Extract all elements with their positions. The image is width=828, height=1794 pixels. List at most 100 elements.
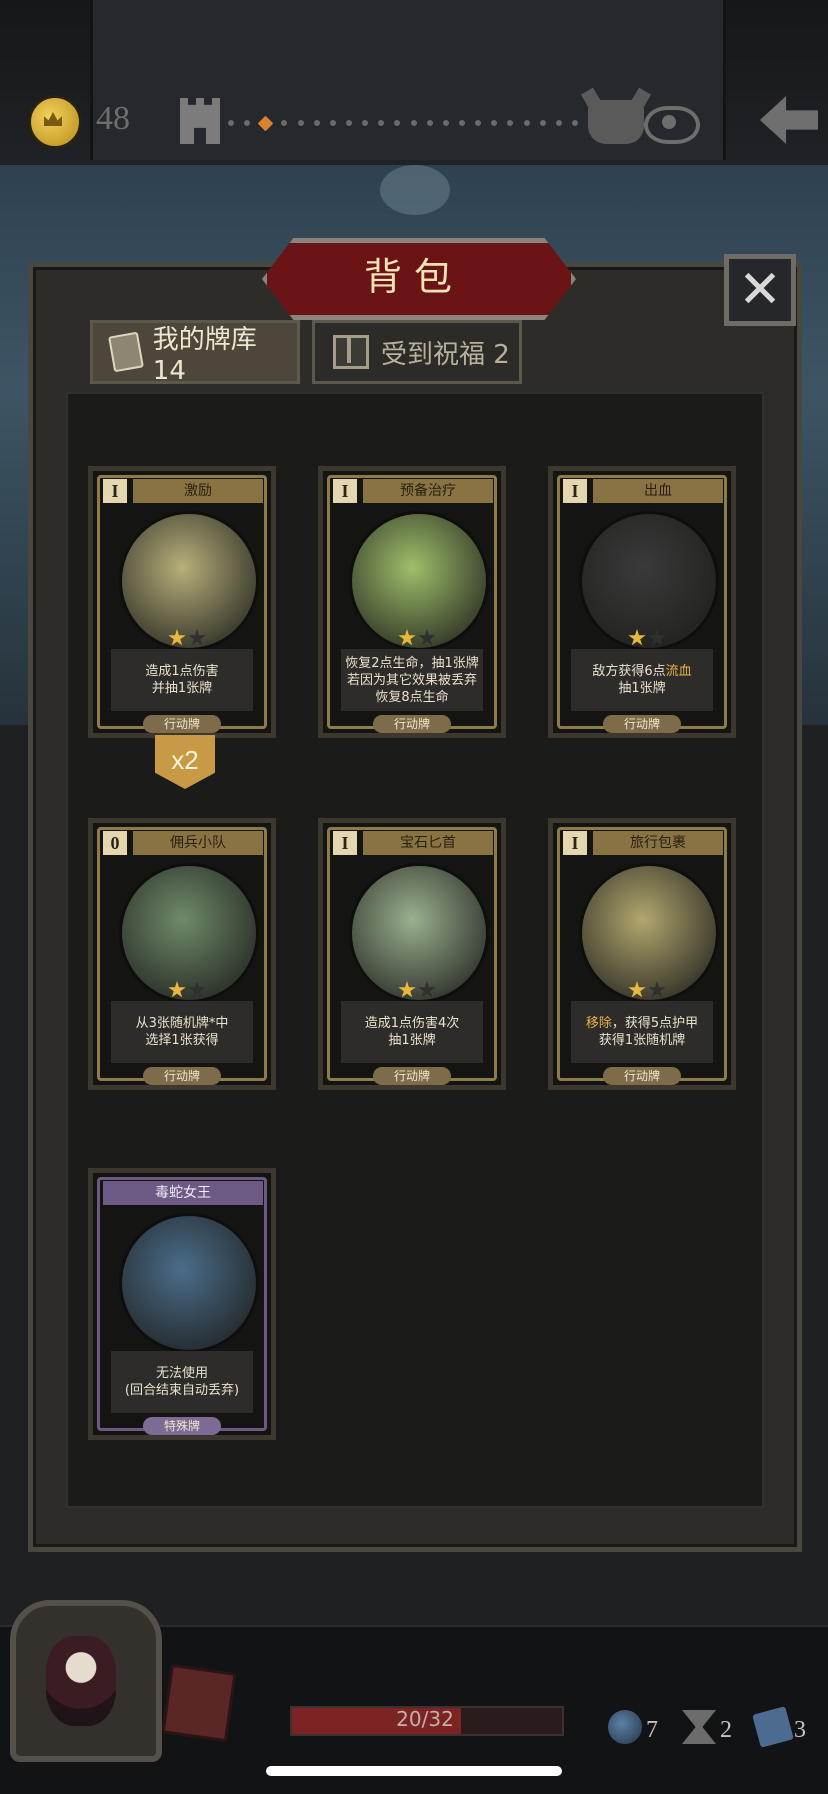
path-node — [555, 120, 562, 126]
card-stars — [157, 629, 217, 647]
boss-icon[interactable] — [588, 100, 644, 144]
card-type: 行动牌 — [373, 715, 451, 733]
card-stack-icon — [752, 1706, 794, 1748]
star-icon — [398, 629, 416, 646]
card-name: 毒蛇女王 — [103, 1181, 263, 1205]
path-node — [410, 120, 417, 126]
tab-my-deck[interactable]: 我的牌库 14 — [90, 320, 300, 386]
deck-card[interactable]: I 出血敌方获得6点流血 抽1张牌行动牌 — [548, 466, 736, 738]
deck-card[interactable]: 0 佣兵小队从3张随机牌*中 选择1张获得行动牌 — [88, 818, 276, 1090]
card-stars — [617, 981, 677, 999]
hourglass-icon — [682, 1710, 716, 1744]
card-art — [119, 1213, 259, 1353]
deck-card[interactable]: I 宝石匕首造成1点伤害4次 抽1张牌行动牌 — [318, 818, 506, 1090]
close-icon: ✕ — [738, 260, 782, 320]
card-stars — [387, 629, 447, 647]
card-stack-count: 3 — [794, 1717, 806, 1743]
tab-my-deck-label: 我的牌库 14 — [152, 324, 257, 386]
card-type: 行动牌 — [143, 715, 221, 733]
deck-card[interactable]: I 旅行包裹 移除，获得5点护甲 获得1张随机牌 行动牌 — [548, 818, 736, 1090]
card-stars — [387, 981, 447, 999]
deck-card[interactable]: I 预备治疗恢复2点生命，抽1张牌 若因为其它效果被丢弃 恢复8点生命行动牌 — [318, 466, 506, 738]
bomb-icon — [608, 1710, 642, 1744]
card-description: 造成1点伤害 并抽1张牌 — [111, 649, 253, 711]
close-button[interactable]: ✕ — [724, 254, 796, 326]
card-type: 行动牌 — [603, 715, 681, 733]
path-node — [491, 120, 498, 126]
card-stars — [157, 981, 217, 999]
path-node — [228, 120, 234, 126]
cards-icon — [108, 331, 144, 373]
star-icon — [628, 981, 646, 998]
star-icon — [398, 981, 416, 998]
card-name: 预备治疗 — [363, 479, 493, 503]
star-icon — [168, 629, 186, 646]
hp-text: 20/32 — [396, 1707, 454, 1731]
path-node — [313, 120, 320, 126]
star-icon — [188, 981, 206, 998]
bomb-stat[interactable]: 7 — [608, 1694, 658, 1744]
deck-card[interactable]: I 激励 造成1点伤害 并抽1张牌 行动牌 — [88, 466, 276, 738]
path-node — [362, 120, 369, 126]
path-node — [329, 120, 336, 126]
card-description: 敌方获得6点流血 抽1张牌 — [571, 649, 713, 711]
bomb-count: 7 — [646, 1717, 658, 1743]
path-node — [442, 120, 449, 126]
star-icon — [168, 981, 186, 998]
card-description: 从3张随机牌*中 选择1张获得 — [111, 1001, 253, 1063]
card-cost: I — [563, 479, 587, 503]
card-description: 恢复2点生命，抽1张牌 若因为其它效果被丢弃 恢复8点生命 — [341, 649, 483, 711]
eye-icon[interactable] — [644, 106, 700, 144]
path-node — [458, 120, 465, 126]
card-name: 出血 — [593, 479, 723, 503]
card-name: 旅行包裹 — [593, 831, 723, 855]
hero-avatar[interactable] — [10, 1600, 162, 1762]
card-name: 佣兵小队 — [133, 831, 263, 855]
map-progress-path — [228, 115, 578, 131]
path-node — [523, 120, 530, 126]
gold-coin-icon — [28, 95, 82, 149]
card-cost: I — [333, 831, 357, 855]
card-description: 无法使用 (回合结束自动丢弃) — [111, 1351, 253, 1413]
star-icon — [188, 629, 206, 646]
gold-count: 48 — [96, 100, 130, 137]
home-indicator — [266, 1766, 562, 1776]
panel-title: 背包 — [363, 255, 464, 299]
path-node — [475, 120, 482, 126]
card-type: 行动牌 — [143, 1067, 221, 1085]
card-stars — [617, 629, 677, 647]
path-node — [571, 120, 578, 126]
path-node — [281, 120, 288, 126]
book-icon[interactable] — [161, 1663, 237, 1743]
path-node — [345, 120, 352, 126]
star-icon — [418, 981, 436, 998]
path-node — [297, 120, 304, 126]
card-name: 激励 — [133, 479, 263, 503]
card-type: 行动牌 — [603, 1067, 681, 1085]
tab-blessings[interactable]: 受到祝福 2 — [312, 320, 522, 384]
card-cost: I — [563, 831, 587, 855]
card-type: 特殊牌 — [143, 1417, 221, 1435]
deck-card[interactable]: 毒蛇女王无法使用 (回合结束自动丢弃) 特殊牌 — [88, 1168, 276, 1440]
path-node — [539, 120, 546, 126]
card-description: 造成1点伤害4次 抽1张牌 — [341, 1001, 483, 1063]
cards-stat[interactable]: 3 — [752, 1694, 806, 1748]
gift-icon — [333, 335, 369, 369]
path-node — [244, 120, 251, 126]
card-cost: 0 — [103, 831, 127, 855]
hourglass-stat[interactable]: 2 — [682, 1694, 732, 1744]
card-name: 宝石匕首 — [363, 831, 493, 855]
tab-blessings-label: 受到祝福 2 — [381, 339, 510, 370]
path-node — [426, 120, 433, 126]
path-node — [378, 120, 385, 126]
star-icon — [648, 629, 666, 646]
card-cost: I — [333, 479, 357, 503]
hourglass-count: 2 — [720, 1717, 732, 1743]
star-icon — [648, 981, 666, 998]
path-node — [507, 120, 514, 126]
top-bar — [0, 0, 828, 168]
star-icon — [418, 629, 436, 646]
card-type: 行动牌 — [373, 1067, 451, 1085]
path-node — [394, 120, 401, 126]
star-icon — [628, 629, 646, 646]
